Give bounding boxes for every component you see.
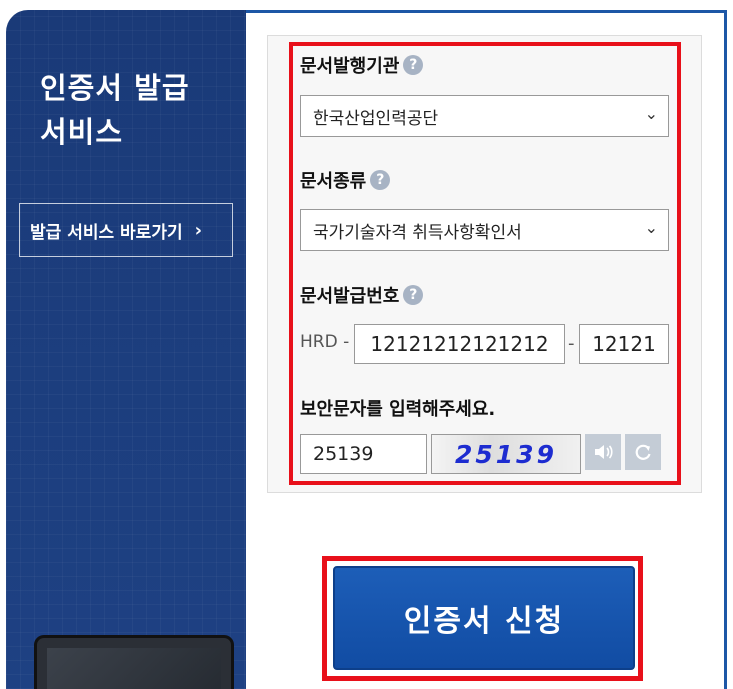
doc-type-label: 문서종류 ? — [300, 167, 391, 193]
sidebar-title: 인증서 발급 서비스 — [40, 66, 190, 154]
sidebar-title-line1: 인증서 발급 — [40, 71, 190, 105]
issue-service-shortcut-button[interactable]: 발급 서비스 바로가기 › — [19, 203, 233, 257]
doc-number-label-text: 문서발급번호 — [300, 286, 400, 307]
sidebar: 인증서 발급 서비스 발급 서비스 바로가기 › — [6, 10, 246, 689]
issuer-select[interactable]: 한국산업인력공단 ⌄ — [300, 95, 669, 137]
refresh-icon[interactable] — [625, 434, 661, 470]
doc-number-prefix: HRD - — [300, 332, 350, 352]
issuer-label-text: 문서발행기관 — [300, 56, 400, 77]
issuer-label: 문서발행기관 ? — [300, 52, 424, 78]
doc-number-separator: - — [568, 333, 575, 354]
help-icon[interactable]: ? — [403, 55, 424, 75]
doc-type-label-text: 문서종류 — [300, 171, 367, 192]
doc-type-select[interactable]: 국가기술자격 취득사항확인서 ⌄ — [300, 209, 669, 251]
sidebar-title-line2: 서비스 — [40, 115, 124, 149]
help-icon[interactable]: ? — [403, 285, 424, 305]
apply-certificate-button[interactable]: 인증서 신청 — [333, 566, 635, 670]
chevron-down-icon: ⌄ — [644, 218, 658, 237]
chevron-right-icon: › — [194, 219, 203, 241]
chevron-down-icon: ⌄ — [644, 104, 658, 123]
speaker-icon[interactable] — [585, 434, 621, 470]
captcha-label-text: 보안문자를 입력해주세요. — [300, 399, 496, 420]
doc-number-input-1[interactable]: 12121212121212 — [354, 324, 565, 364]
captcha-label: 보안문자를 입력해주세요. — [300, 395, 495, 421]
help-icon[interactable]: ? — [370, 170, 391, 190]
captcha-input[interactable]: 25139 — [300, 434, 427, 474]
doc-type-select-value: 국가기술자격 취득사항확인서 — [313, 222, 522, 243]
doc-number-label: 문서발급번호 ? — [300, 282, 424, 308]
laptop-illustration — [34, 635, 234, 689]
captcha-image: 25139 — [431, 434, 581, 474]
doc-number-input-2[interactable]: 12121 — [579, 324, 669, 364]
shortcut-label: 발급 서비스 바로가기 — [30, 222, 183, 243]
issuer-select-value: 한국산업인력공단 — [313, 108, 439, 129]
